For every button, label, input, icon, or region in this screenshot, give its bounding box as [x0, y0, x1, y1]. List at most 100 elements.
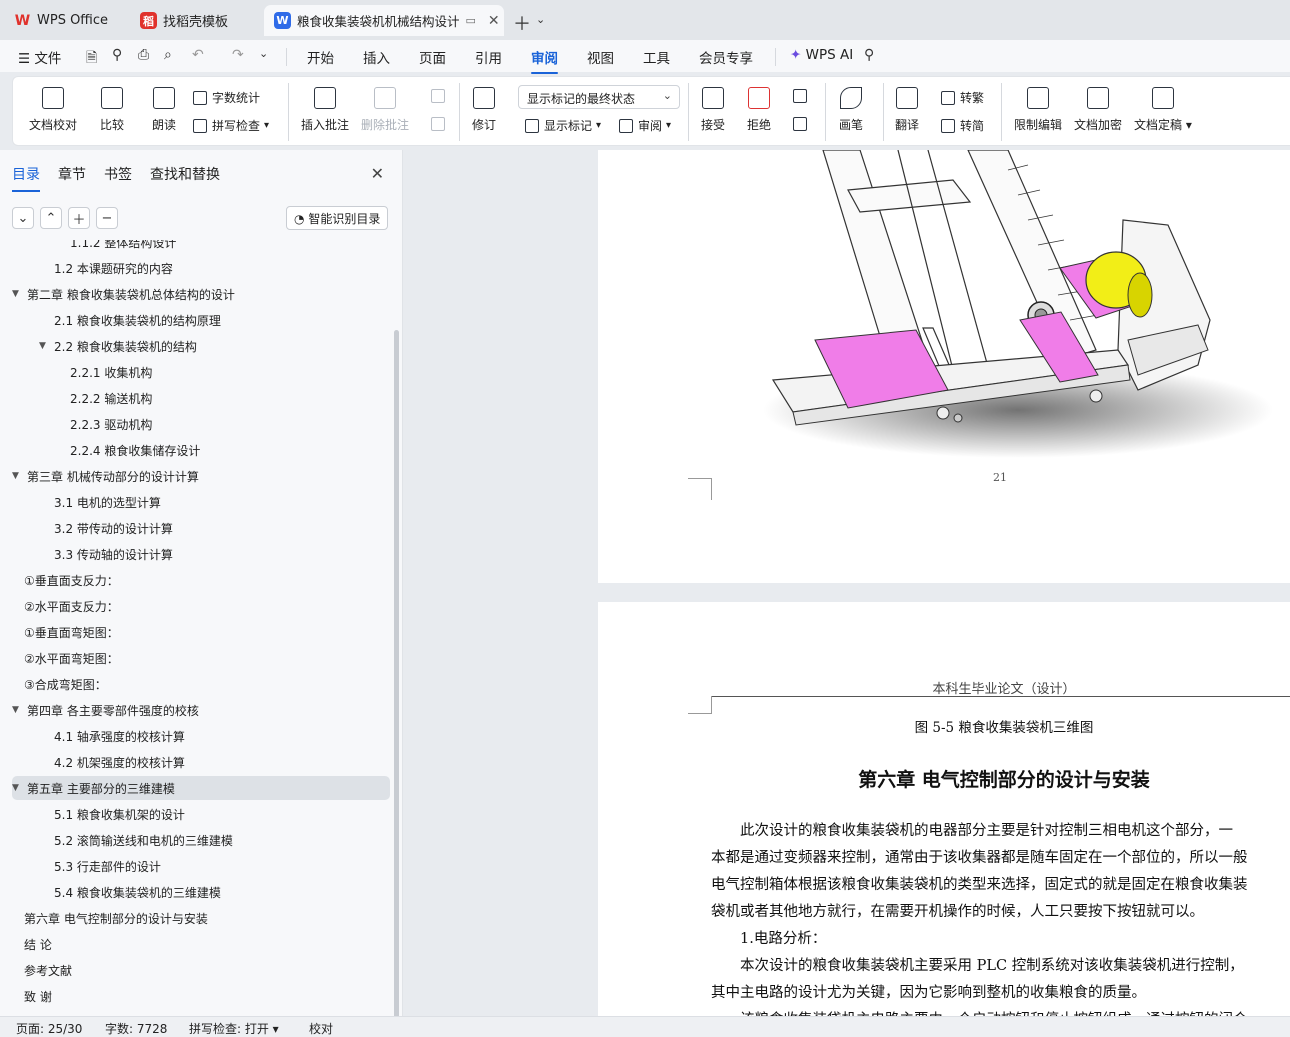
- remove-heading-button[interactable]: −: [96, 207, 118, 229]
- menu-item-page[interactable]: 页面: [419, 47, 446, 67]
- collapse-up-button[interactable]: ⌃: [40, 207, 62, 229]
- menu-item-review[interactable]: 审阅: [531, 47, 558, 74]
- to-traditional-button[interactable]: 转繁: [941, 89, 984, 106]
- restrict-edit-button[interactable]: 限制编辑: [1014, 87, 1062, 133]
- doc-check-button[interactable]: 文档校对: [29, 87, 77, 133]
- tab-wps-office[interactable]: W WPS Office: [4, 5, 122, 36]
- menu-item-member[interactable]: 会员专享: [699, 47, 753, 67]
- spell-check-button[interactable]: 拼写检查 ▾: [193, 117, 269, 134]
- word-count-button[interactable]: 字数统计: [193, 89, 260, 106]
- monitor-icon[interactable]: ▭: [466, 14, 476, 27]
- tab-toc[interactable]: 目录: [12, 164, 40, 192]
- encrypt-button[interactable]: 文档加密: [1074, 87, 1122, 133]
- toc-item[interactable]: 2.1 粮食收集装袋机的结构原理: [12, 308, 390, 332]
- chevron-down-icon[interactable]: ⌄: [536, 13, 545, 26]
- next-comment-button[interactable]: [431, 117, 450, 131]
- tab-current-document[interactable]: W 粮食收集装袋机机械结构设计 ▭ ✕: [264, 5, 504, 36]
- next-change-button[interactable]: [793, 117, 812, 131]
- translate-button[interactable]: 翻译: [895, 87, 919, 133]
- prev-comment-button[interactable]: [431, 89, 450, 103]
- toc-item[interactable]: 2.2.1 收集机构: [12, 360, 390, 384]
- compare-button[interactable]: 比较: [100, 87, 124, 133]
- toc-item[interactable]: 致 谢: [12, 984, 390, 1008]
- undo-icon[interactable]: ↶: [192, 47, 204, 63]
- revise-button[interactable]: 修订: [472, 87, 496, 133]
- toc-item[interactable]: 1.2 本课题研究的内容: [12, 256, 390, 280]
- new-tab-icon[interactable]: ＋: [513, 10, 531, 36]
- wps-ai-button[interactable]: ✦ WPS AI: [790, 47, 853, 63]
- toc-item[interactable]: ①垂直面弯矩图：: [12, 620, 390, 644]
- proofread-status[interactable]: 校对: [309, 1020, 333, 1037]
- review-pane-button[interactable]: 审阅 ▾: [619, 117, 671, 134]
- word-count-indicator[interactable]: 字数: 7728: [105, 1020, 167, 1037]
- tab-docer-templates[interactable]: 稻 找稻壳模板: [130, 5, 258, 36]
- file-menu[interactable]: ☰ 文件: [18, 47, 61, 67]
- tab-bookmarks[interactable]: 书签: [104, 164, 132, 184]
- close-icon[interactable]: ✕: [488, 13, 500, 29]
- print-icon[interactable]: ⎙: [138, 47, 149, 63]
- toc-item[interactable]: ▼ 2.2 粮食收集装袋机的结构: [12, 334, 390, 358]
- to-simplified-button[interactable]: 转简: [941, 117, 984, 134]
- toc-item[interactable]: ▼ 第三章 机械传动部分的设计计算: [12, 464, 390, 488]
- toc-item[interactable]: 参考文献: [12, 958, 390, 982]
- expand-triangle-icon[interactable]: ▼: [39, 341, 51, 351]
- save-icon[interactable]: 🗎: [86, 47, 97, 71]
- toc-item[interactable]: 第六章 电气控制部分的设计与安装: [12, 906, 390, 930]
- prev-change-button[interactable]: [793, 89, 812, 103]
- toc-scrollbar[interactable]: [394, 330, 399, 1020]
- toc-item[interactable]: 结 论: [12, 932, 390, 956]
- page-indicator[interactable]: 页面: 25/30: [16, 1020, 82, 1037]
- add-heading-button[interactable]: ＋: [68, 207, 90, 229]
- expand-triangle-icon[interactable]: ▼: [12, 705, 24, 715]
- toc-item[interactable]: 5.2 滚筒输送线和电机的三维建模: [12, 828, 390, 852]
- toc-item[interactable]: ▼ 第五章 主要部分的三维建模: [12, 776, 390, 800]
- menu-item-start[interactable]: 开始: [307, 47, 334, 67]
- chevron-down-icon[interactable]: ▾: [264, 120, 269, 131]
- read-aloud-button[interactable]: 朗读: [152, 87, 176, 133]
- toc-item[interactable]: 3.3 传动轴的设计计算: [12, 542, 390, 566]
- expand-triangle-icon[interactable]: ▼: [12, 471, 24, 481]
- toc-item[interactable]: 4.1 轴承强度的校核计算: [12, 724, 390, 748]
- toc-item[interactable]: 5.4 粮食收集装袋机的三维建模: [12, 880, 390, 904]
- tab-sections[interactable]: 章节: [58, 164, 86, 184]
- expand-triangle-icon[interactable]: ▼: [12, 783, 24, 793]
- toc-item[interactable]: ②水平面弯矩图：: [12, 646, 390, 670]
- reject-button[interactable]: 拒绝: [747, 87, 771, 133]
- delete-comment-button[interactable]: 删除批注: [361, 87, 409, 133]
- chevron-down-icon[interactable]: ⌄: [259, 47, 268, 60]
- insert-comment-button[interactable]: 插入批注: [301, 87, 349, 133]
- search-icon[interactable]: ⚲: [864, 47, 874, 63]
- toc-item[interactable]: 2.2.2 输送机构: [12, 386, 390, 410]
- toc-item[interactable]: ▼ 第二章 粮食收集装袋机总体结构的设计: [12, 282, 390, 306]
- show-markup-button[interactable]: 显示标记 ▾: [525, 117, 601, 134]
- markup-state-select[interactable]: 显示标记的最终状态 ⌄: [518, 85, 680, 109]
- expand-triangle-icon[interactable]: ▼: [12, 289, 24, 299]
- menu-item-tools[interactable]: 工具: [643, 47, 670, 67]
- toc-item[interactable]: 3.1 电机的选型计算: [12, 490, 390, 514]
- finalize-button[interactable]: 文档定稿 ▾: [1134, 87, 1192, 133]
- tab-find-replace[interactable]: 查找和替换: [150, 164, 220, 184]
- toc-item[interactable]: 4.2 机架强度的校核计算: [12, 750, 390, 774]
- spell-check-status[interactable]: 拼写检查: 打开 ▾: [189, 1020, 279, 1037]
- smart-toc-button[interactable]: ◔ 智能识别目录: [286, 206, 389, 230]
- accept-button[interactable]: 接受: [701, 87, 725, 133]
- toc-item[interactable]: ②水平面支反力：: [12, 594, 390, 618]
- redo-icon[interactable]: ↷: [232, 47, 244, 63]
- menu-item-view[interactable]: 视图: [587, 47, 614, 67]
- toc-item[interactable]: 5.1 粮食收集机架的设计: [12, 802, 390, 826]
- toc-item[interactable]: 1.1.2 整体结构设计: [12, 240, 390, 254]
- close-icon[interactable]: ✕: [371, 164, 384, 183]
- menu-item-insert[interactable]: 插入: [363, 47, 390, 67]
- toc-item[interactable]: ③合成弯矩图：: [12, 672, 390, 696]
- toc-item[interactable]: 2.2.3 驱动机构: [12, 412, 390, 436]
- expand-down-button[interactable]: ⌄: [12, 207, 34, 229]
- toc-item[interactable]: ①垂直面支反力：: [12, 568, 390, 592]
- share-icon[interactable]: ⚲: [112, 47, 122, 63]
- print-preview-icon[interactable]: ⌕: [164, 47, 172, 63]
- toc-item[interactable]: 2.2.4 粮食收集储存设计: [12, 438, 390, 462]
- toc-item[interactable]: 5.3 行走部件的设计: [12, 854, 390, 878]
- menu-item-reference[interactable]: 引用: [475, 47, 502, 67]
- toc-item[interactable]: ▼ 第四章 各主要零部件强度的校核: [12, 698, 390, 722]
- pen-button[interactable]: 画笔: [839, 87, 863, 133]
- toc-item[interactable]: 3.2 带传动的设计计算: [12, 516, 390, 540]
